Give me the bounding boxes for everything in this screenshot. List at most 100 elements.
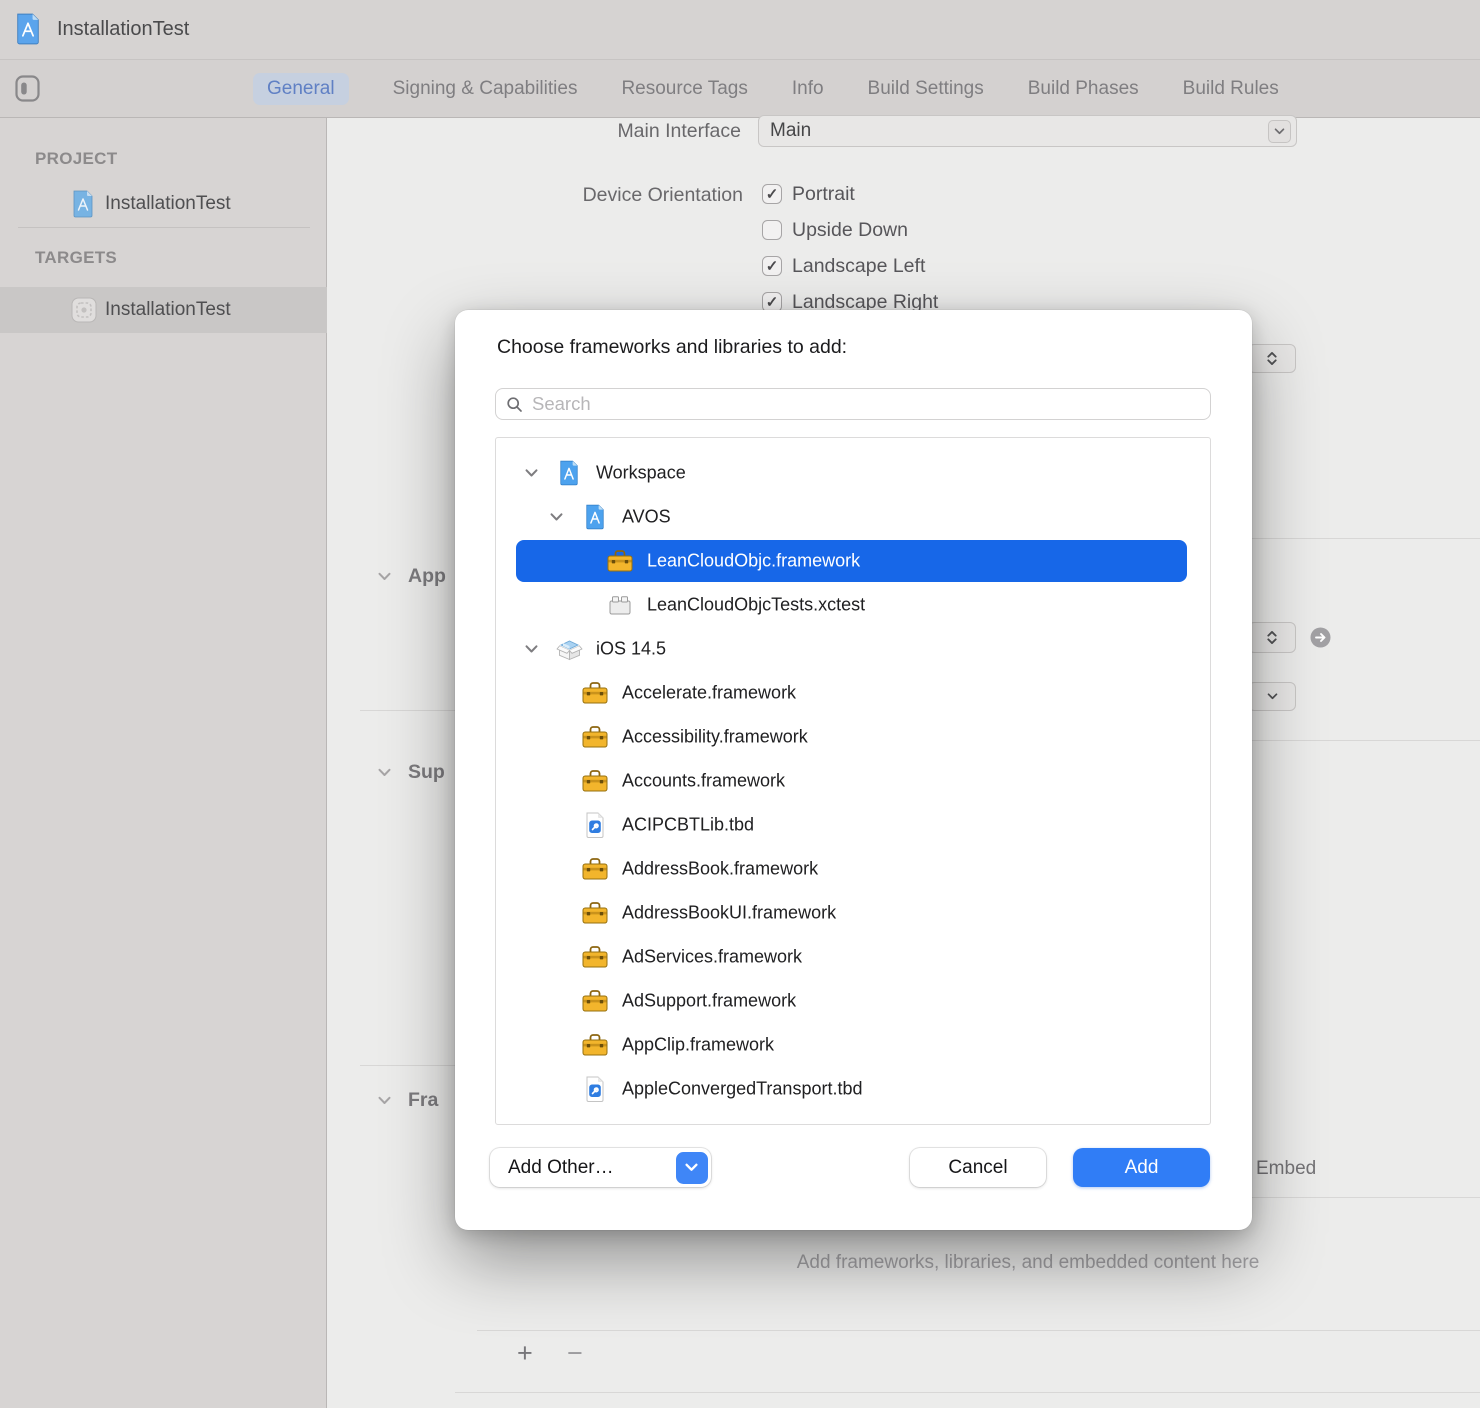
tree-item-appleconvergedtransport-tbd[interactable]: AppleConvergedTransport.tbd	[496, 1067, 1210, 1111]
xcode-project-icon	[14, 13, 44, 47]
framework-icon	[580, 945, 610, 969]
chevron-down-icon	[378, 768, 391, 777]
sidebar-item-project[interactable]: InstallationTest	[0, 181, 327, 227]
app-target-icon	[71, 295, 97, 325]
tree-item-label: AVOS	[622, 507, 671, 528]
checkbox-upside-down[interactable]	[762, 220, 782, 240]
add-framework-button[interactable]: +	[517, 1340, 533, 1367]
xcode-project-icon	[71, 189, 97, 219]
framework-icon	[580, 901, 610, 925]
add-button[interactable]: Add	[1073, 1148, 1210, 1187]
tree-item-label: AdSupport.framework	[622, 991, 796, 1012]
tab-general[interactable]: General	[253, 73, 349, 105]
checkbox-portrait[interactable]: ✓	[762, 184, 782, 204]
chevron-down-icon	[378, 572, 391, 581]
section-divider	[455, 1392, 1480, 1393]
section-frameworks-header[interactable]: Fra	[378, 1089, 438, 1112]
tree-item-ios-14-5[interactable]: iOS 14.5	[496, 627, 1210, 671]
tree-item-label: Workspace	[596, 463, 686, 484]
checkbox-label: Upside Down	[792, 219, 908, 242]
add-other-button[interactable]: Add Other…	[490, 1148, 711, 1187]
tree-item-label: AddressBook.framework	[622, 859, 818, 880]
popup-stepper[interactable]	[1248, 622, 1296, 653]
section-divider	[360, 710, 455, 711]
framework-icon	[580, 681, 610, 705]
tab-build-phases[interactable]: Build Phases	[1028, 78, 1139, 100]
framework-icon	[580, 857, 610, 881]
checkbox-landscape-left[interactable]: ✓	[762, 256, 782, 276]
framework-tree: Workspace AVOS LeanCloudObjc.framework Lean…	[495, 437, 1211, 1125]
framework-icon	[605, 549, 635, 573]
checkbox-label: Landscape Left	[792, 255, 925, 278]
add-other-dropdown-chevron-icon[interactable]	[676, 1152, 708, 1184]
xctest-icon	[605, 594, 635, 616]
tree-item-addressbook-framework[interactable]: AddressBook.framework	[496, 847, 1210, 891]
tab-resource-tags[interactable]: Resource Tags	[621, 78, 747, 100]
tab-info[interactable]: Info	[792, 78, 824, 100]
tree-item-appclip-framework[interactable]: AppClip.framework	[496, 1023, 1210, 1067]
tab-build-rules[interactable]: Build Rules	[1183, 78, 1279, 100]
project-item-label: InstallationTest	[105, 193, 231, 215]
tree-item-avos[interactable]: AVOS	[496, 495, 1210, 539]
framework-icon	[580, 989, 610, 1013]
checkbox-label: Portrait	[792, 183, 855, 206]
tbd-icon	[580, 1076, 610, 1102]
main-interface-popup[interactable]: Main	[758, 115, 1297, 147]
checkbox-landscape-right[interactable]: ✓	[762, 292, 782, 312]
embed-column-header: Embed	[1256, 1158, 1316, 1180]
disclosure-chevron-icon[interactable]	[525, 469, 538, 478]
tree-item-accessibility-framework[interactable]: Accessibility.framework	[496, 715, 1210, 759]
tree-item-leancloudobjc-framework[interactable]: LeanCloudObjc.framework	[496, 539, 1210, 583]
search-field[interactable]	[495, 388, 1211, 420]
xcode-project-icon	[580, 504, 610, 530]
device-orientation-label: Device Orientation	[440, 184, 743, 207]
tab-build-settings[interactable]: Build Settings	[868, 78, 984, 100]
tree-item-adservices-framework[interactable]: AdServices.framework	[496, 935, 1210, 979]
section-divider	[360, 1065, 455, 1066]
chevron-down-icon[interactable]	[1268, 120, 1291, 143]
frameworks-empty-hint: Add frameworks, libraries, and embedded …	[600, 1252, 1456, 1274]
section-divider	[1252, 538, 1480, 539]
disclosure-chevron-icon[interactable]	[550, 513, 563, 522]
popup-stepper[interactable]	[1248, 344, 1296, 373]
tree-item-label: LeanCloudObjc.framework	[647, 551, 860, 572]
tree-item-addressbookui-framework[interactable]: AddressBookUI.framework	[496, 891, 1210, 935]
tree-item-label: AppClip.framework	[622, 1035, 774, 1056]
orientation-checkboxes: ✓PortraitUpside Down✓Landscape Left✓Land…	[762, 184, 938, 312]
disclosure-chevron-icon[interactable]	[525, 645, 538, 654]
tree-item-label: ACIPCBTLib.tbd	[622, 815, 754, 836]
framework-icon	[580, 769, 610, 793]
search-icon	[506, 396, 523, 413]
tree-item-accelerate-framework[interactable]: Accelerate.framework	[496, 671, 1210, 715]
tree-item-label: Accelerate.framework	[622, 683, 796, 704]
sdk-icon	[554, 637, 584, 662]
navigator-sidebar: PROJECT InstallationTest TARGETS Install…	[0, 118, 327, 1408]
tree-item-label: AppleConvergedTransport.tbd	[622, 1079, 862, 1100]
tree-item-workspace[interactable]: Workspace	[496, 451, 1210, 495]
target-item-label: InstallationTest	[105, 299, 231, 321]
tree-item-leancloudobjctests-xctest[interactable]: LeanCloudObjcTests.xctest	[496, 583, 1210, 627]
tree-item-adsupport-framework[interactable]: AdSupport.framework	[496, 979, 1210, 1023]
sidebar-item-target[interactable]: InstallationTest	[0, 287, 327, 333]
main-interface-label: Main Interface	[440, 120, 741, 143]
framework-icon	[580, 1033, 610, 1057]
dropdown-chevron[interactable]	[1248, 682, 1296, 711]
section-app-header[interactable]: App	[378, 565, 446, 588]
section-divider	[1252, 740, 1480, 741]
chevron-down-icon	[378, 1096, 391, 1105]
section-supported-header[interactable]: Sup	[378, 761, 445, 784]
tab-signing-capabilities[interactable]: Signing & Capabilities	[393, 78, 578, 100]
cancel-button[interactable]: Cancel	[910, 1148, 1046, 1187]
tree-item-accounts-framework[interactable]: Accounts.framework	[496, 759, 1210, 803]
sidebar-toggle-icon[interactable]	[15, 75, 40, 102]
tree-item-acipcbtlib-tbd[interactable]: ACIPCBTLib.tbd	[496, 803, 1210, 847]
window-titlebar: InstallationTest	[0, 0, 1480, 60]
search-input[interactable]	[532, 393, 1210, 415]
table-bottom-divider	[477, 1330, 1480, 1331]
tree-item-label: AddressBookUI.framework	[622, 903, 836, 924]
project-section-header: PROJECT	[35, 149, 117, 169]
xcode-project-icon	[554, 460, 584, 486]
targets-section-header: TARGETS	[35, 248, 117, 268]
remove-framework-button[interactable]: −	[567, 1340, 583, 1367]
detail-arrow-icon[interactable]	[1310, 627, 1331, 648]
